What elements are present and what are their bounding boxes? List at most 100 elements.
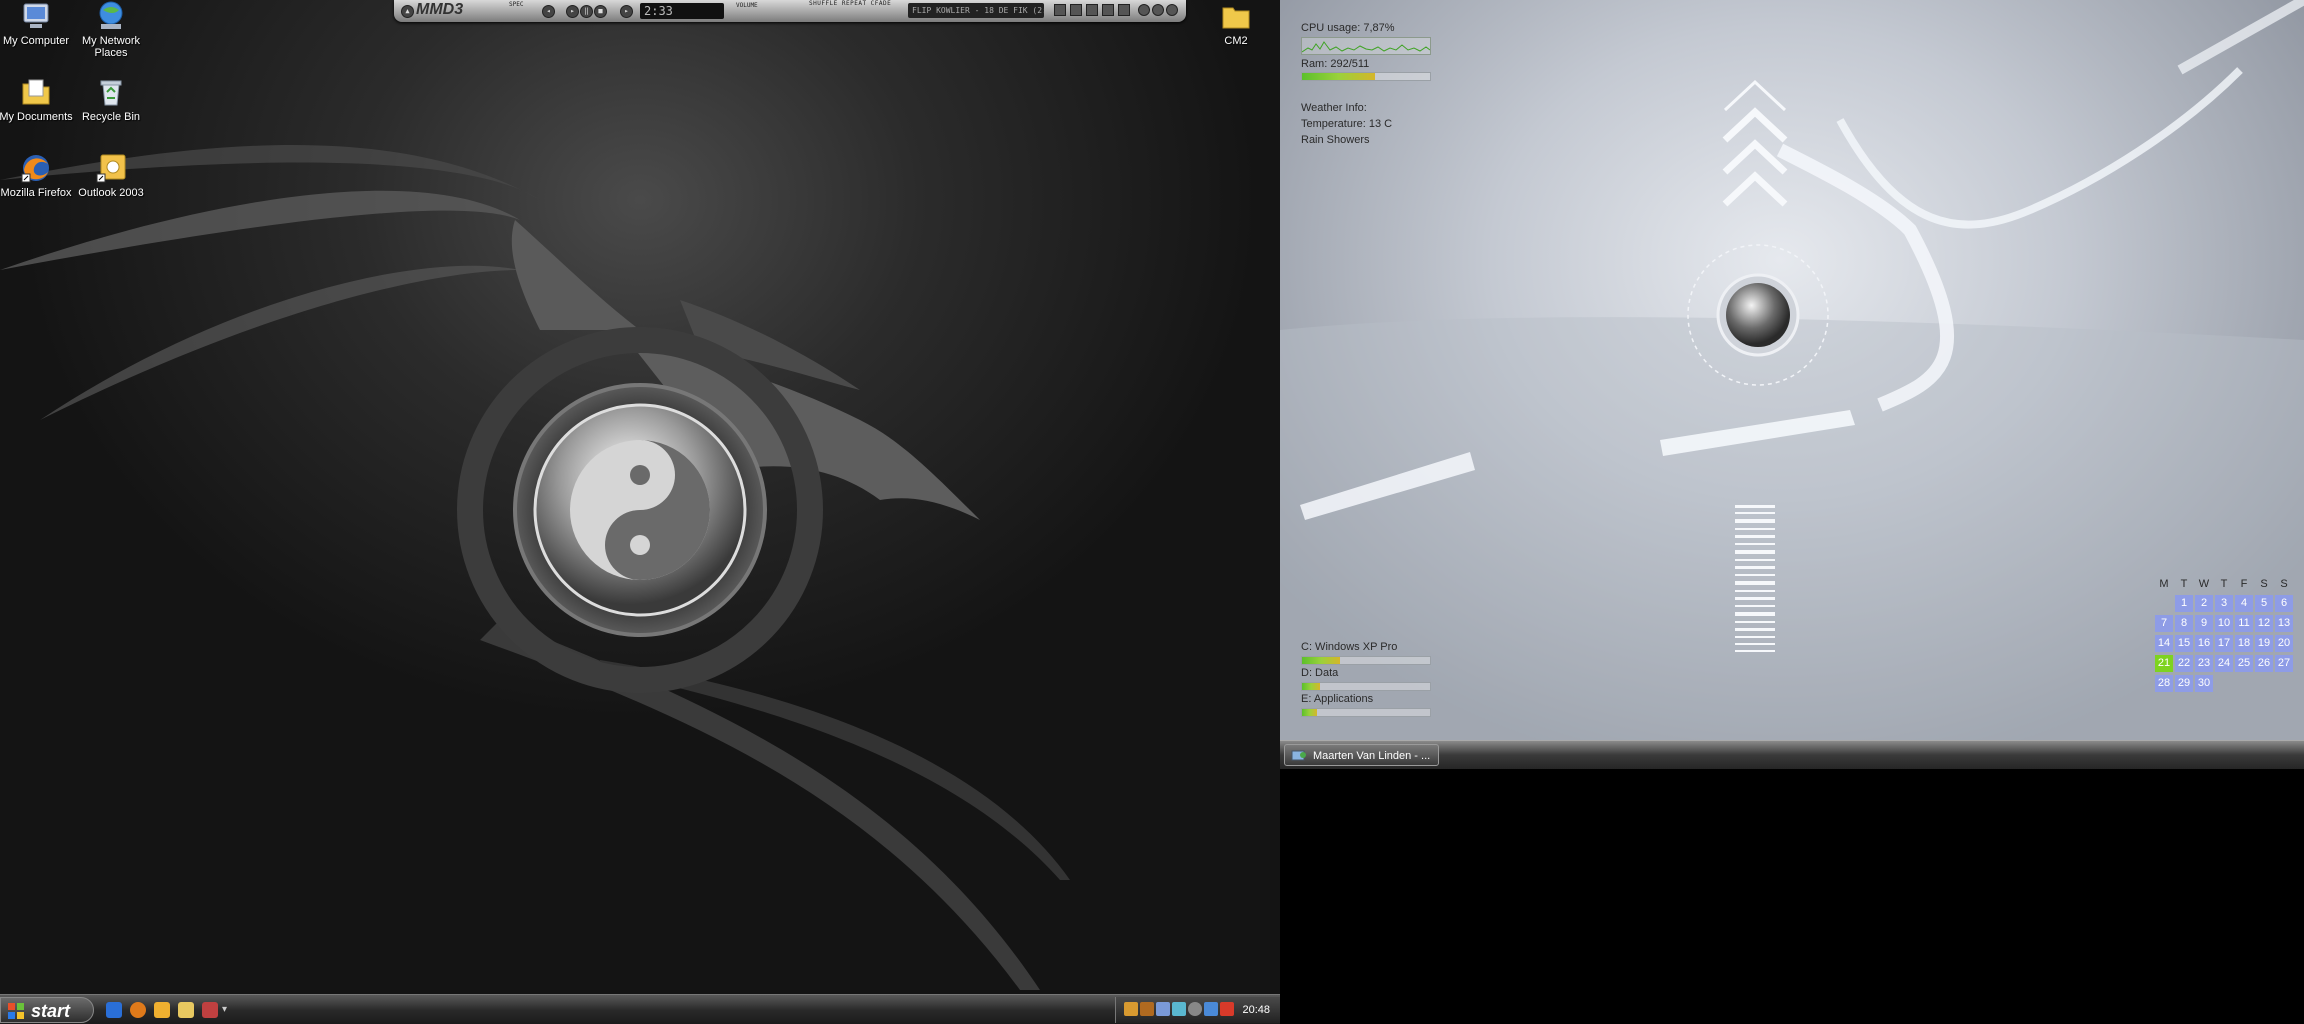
dragon-wallpaper xyxy=(0,145,1070,990)
calendar-day[interactable]: 14 xyxy=(2155,635,2173,652)
minimize-icon[interactable] xyxy=(1138,4,1150,16)
calendar-day[interactable]: 12 xyxy=(2255,615,2273,632)
volume-slider[interactable]: VOLUME xyxy=(736,2,758,9)
weather-condition: Rain Showers xyxy=(1301,134,1370,146)
calendar-day[interactable]: 16 xyxy=(2195,635,2213,652)
playlist-button-3[interactable] xyxy=(1086,4,1098,16)
calendar-day[interactable]: 23 xyxy=(2195,655,2213,672)
calendar-day[interactable]: 26 xyxy=(2255,655,2273,672)
tray-app-icon-3[interactable] xyxy=(1172,1002,1186,1016)
calendar-day[interactable]: 20 xyxy=(2275,635,2293,652)
calendar-day[interactable]: 2 xyxy=(2195,595,2213,612)
cpu-usage-graph xyxy=(1301,37,1431,55)
drive-d-label: D: Data xyxy=(1301,667,1339,679)
stop-icon[interactable]: ■ xyxy=(594,5,607,18)
desktop-icon-outlook-2003[interactable]: Outlook 2003 xyxy=(73,152,149,199)
playlist-button-2[interactable] xyxy=(1070,4,1082,16)
calendar-day[interactable]: 27 xyxy=(2275,655,2293,672)
eject-button[interactable]: ▲ xyxy=(401,5,414,18)
playlist-button-4[interactable] xyxy=(1102,4,1114,16)
start-label: start xyxy=(31,1001,71,1021)
calendar-day[interactable]: 10 xyxy=(2215,615,2233,632)
taskbar-window-label: Maarten Van Linden - ... xyxy=(1313,750,1431,762)
tray-app-icon-2[interactable] xyxy=(1140,1002,1154,1016)
folder-quicklaunch-icon[interactable] xyxy=(178,1002,194,1018)
ram-usage-label: Ram: 292/511 xyxy=(1301,58,1370,70)
chevron-down-icon[interactable]: ▾ xyxy=(222,1002,232,1018)
calendar-day[interactable]: 1 xyxy=(2175,595,2193,612)
desktop-icon-recycle-bin[interactable]: Recycle Bin xyxy=(73,76,149,123)
network-icon[interactable] xyxy=(1156,1002,1170,1016)
internet-explorer-icon[interactable] xyxy=(106,1002,122,1018)
calendar-day[interactable]: 9 xyxy=(2195,615,2213,632)
calendar-day[interactable]: 30 xyxy=(2195,675,2213,692)
taskbar-secondary: Maarten Van Linden - ... xyxy=(1280,740,2304,769)
taskbar-clock: 20:48 xyxy=(1242,1004,1270,1016)
calendar-day[interactable]: 24 xyxy=(2215,655,2233,672)
calendar-weekday-header: M xyxy=(2159,578,2169,590)
tray-app-icon-4[interactable] xyxy=(1204,1002,1218,1016)
calendar-day[interactable]: 25 xyxy=(2235,655,2253,672)
drive-c-label: C: Windows XP Pro xyxy=(1301,641,1398,653)
drive-d-bar xyxy=(1301,682,1431,691)
outlook-quicklaunch-icon[interactable] xyxy=(154,1002,170,1018)
mmd3-player[interactable]: ▲ MMD3 SPEC ◂ ▸ ‖ ■ ▸ 2:33 VOLUME SHUFFL… xyxy=(394,0,1186,22)
network-window-icon xyxy=(1291,750,1306,761)
monitor-2-desktop: CPU usage: 7,87% Ram: 292/511 Weather In… xyxy=(1280,0,2304,768)
previous-icon[interactable]: ◂ xyxy=(542,5,555,18)
calendar-weekday-header: T xyxy=(2180,578,2188,590)
system-tray: 20:48 xyxy=(1115,997,1280,1023)
close-icon[interactable] xyxy=(1166,4,1178,16)
calendar-day[interactable]: 13 xyxy=(2275,615,2293,632)
maximize-icon[interactable] xyxy=(1152,4,1164,16)
drive-d-fill xyxy=(1302,683,1320,690)
calendar-day[interactable]: 8 xyxy=(2175,615,2193,632)
calendar-day[interactable]: 17 xyxy=(2215,635,2233,652)
calendar-weekday-header: S xyxy=(2260,578,2268,590)
calendar-day[interactable]: 22 xyxy=(2175,655,2193,672)
yin-yang-icon xyxy=(570,440,710,580)
drive-c-fill xyxy=(1302,657,1341,664)
tray-app-icon-1[interactable] xyxy=(1124,1002,1138,1016)
calendar-day[interactable]: 28 xyxy=(2155,675,2173,692)
calendar-day[interactable]: 29 xyxy=(2175,675,2193,692)
play-icon[interactable]: ▸ xyxy=(566,5,579,18)
recycle-bin-icon xyxy=(95,76,127,108)
playback-time: 2:33 xyxy=(640,3,724,19)
volume-icon[interactable] xyxy=(1188,1002,1202,1016)
playlist-button-1[interactable] xyxy=(1054,4,1066,16)
start-button[interactable]: start xyxy=(0,997,94,1023)
calendar-day[interactable]: 3 xyxy=(2215,595,2233,612)
tray-app-icon-5[interactable] xyxy=(1220,1002,1234,1016)
calendar-day[interactable]: 11 xyxy=(2235,615,2253,632)
calendar-day[interactable]: 19 xyxy=(2255,635,2273,652)
monitor-1-desktop: My Computer My Network Places My Documen… xyxy=(0,0,1280,1024)
spectrum-label: SPEC xyxy=(509,1,524,8)
calendar-day[interactable]: 4 xyxy=(2235,595,2253,612)
calendar-day[interactable]: 6 xyxy=(2275,595,2293,612)
player-logo: MMD3 xyxy=(416,1,464,18)
calendar-day[interactable]: 15 xyxy=(2175,635,2193,652)
calendar-day[interactable]: 7 xyxy=(2155,615,2173,632)
playlist-button-5[interactable] xyxy=(1118,4,1130,16)
calendar-weekday-header: F xyxy=(2240,578,2248,590)
drive-e-fill xyxy=(1302,709,1318,716)
firefox-quicklaunch-icon[interactable] xyxy=(130,1002,146,1018)
desktop-icon-my-network-places[interactable]: My Network Places xyxy=(73,0,149,59)
weather-title: Weather Info: xyxy=(1301,102,1367,114)
calendar-day[interactable]: 5 xyxy=(2255,595,2273,612)
next-icon[interactable]: ▸ xyxy=(620,5,633,18)
calendar-day-today[interactable]: 21 xyxy=(2155,655,2173,672)
ram-usage-bar xyxy=(1301,72,1431,81)
app-quicklaunch-icon[interactable] xyxy=(202,1002,218,1018)
desktop-icon-mozilla-firefox[interactable]: Mozilla Firefox xyxy=(0,152,74,199)
my-documents-icon xyxy=(20,76,52,108)
pause-icon[interactable]: ‖ xyxy=(580,5,593,18)
shuffle-repeat-crossfade-toggles[interactable]: SHUFFLE REPEAT CFADE xyxy=(809,0,891,7)
drive-e-bar xyxy=(1301,708,1431,717)
desktop-icon-my-computer[interactable]: My Computer xyxy=(0,0,74,47)
desktop-icon-cm2-folder[interactable]: CM2 xyxy=(1198,0,1274,47)
calendar-day[interactable]: 18 xyxy=(2235,635,2253,652)
taskbar-window-button[interactable]: Maarten Van Linden - ... xyxy=(1284,744,1439,766)
desktop-icon-my-documents[interactable]: My Documents xyxy=(0,76,74,123)
